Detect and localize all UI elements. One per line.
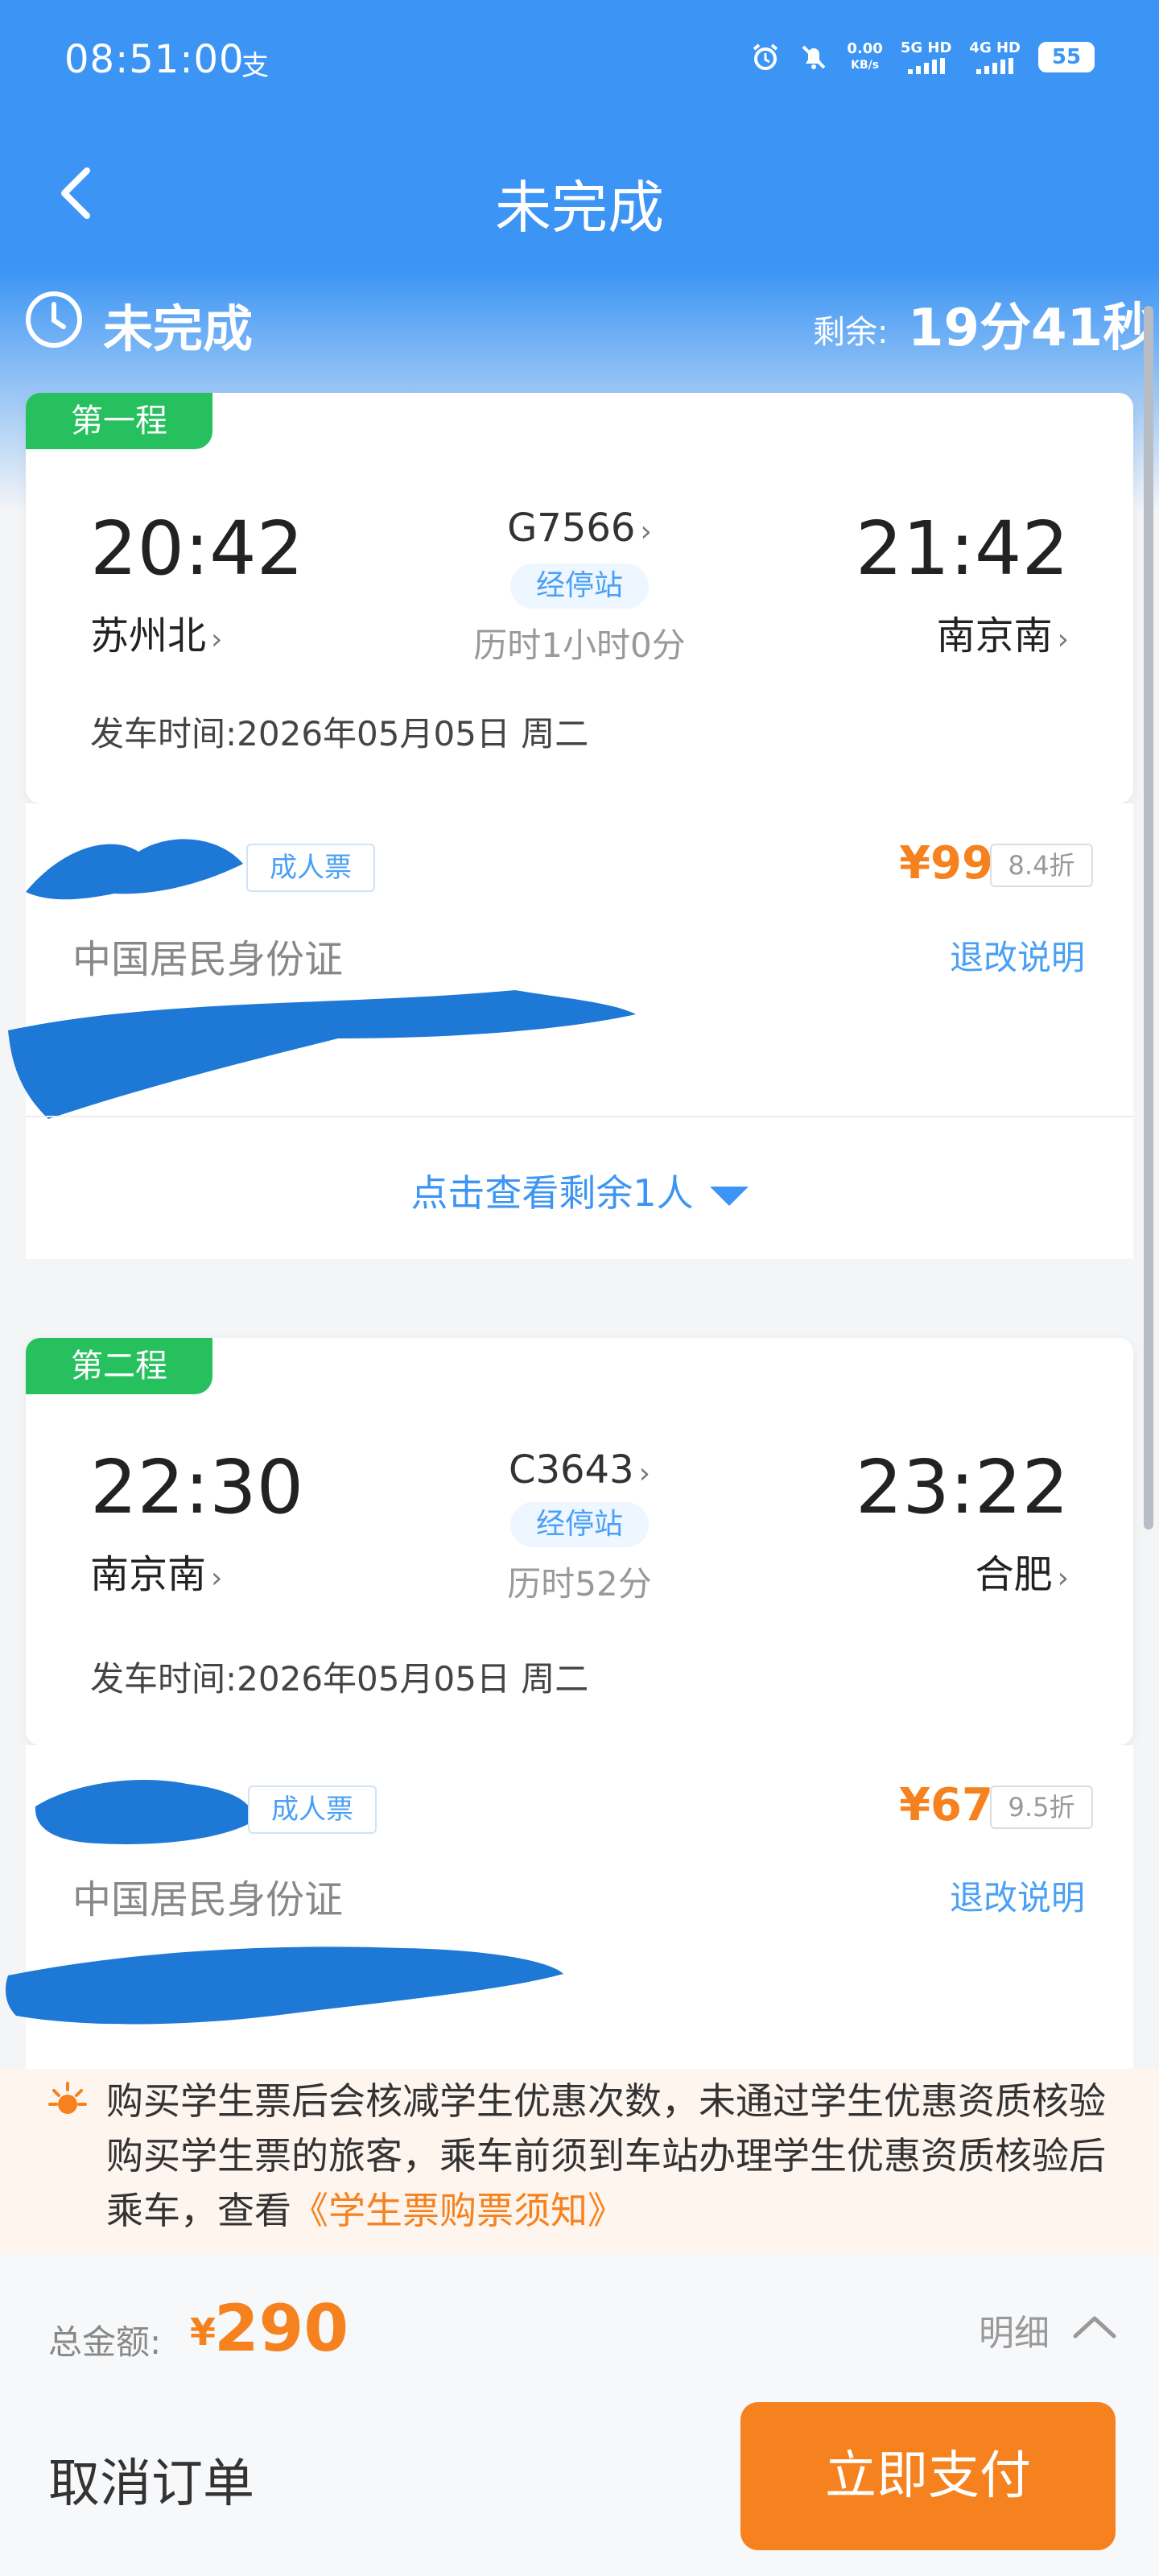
battery-indicator: 55 xyxy=(1038,42,1095,72)
id-type: 中国居民身份证 xyxy=(72,937,344,982)
divider xyxy=(26,1116,1133,1117)
mute-icon xyxy=(798,42,829,72)
redacted-name xyxy=(26,839,243,900)
total-amount: 290 xyxy=(214,2291,349,2366)
id-type: 中国居民身份证 xyxy=(72,1877,344,1922)
alarm-icon xyxy=(750,42,781,72)
network-speed: 0.00 KB/s xyxy=(847,40,883,72)
trip-card-leg-1: 第一程 20:42 苏州北 › G7566 › 经停站 历时1小时0分 21:42 … xyxy=(26,393,1133,803)
remaining-time-label: 剩余: xyxy=(813,314,889,351)
status-extra-icon: 支 xyxy=(241,50,269,82)
show-more-passengers-link[interactable]: 点击查看剩余1人 xyxy=(26,1164,1133,1217)
discount-badge: 8.4折 xyxy=(990,844,1093,887)
sim1-signal: 5G HD xyxy=(901,40,951,74)
ticket-price: ¥67 xyxy=(899,1779,993,1831)
order-status-label: 未完成 xyxy=(103,299,254,358)
status-icons: 0.00 KB/s 5G HD 4G HD 55 xyxy=(750,40,1095,74)
trip-duration: 历时52分 xyxy=(507,1564,652,1604)
chevron-up-icon[interactable] xyxy=(1070,2312,1119,2341)
arrival-time: 21:42 xyxy=(855,506,1069,592)
page-title: 未完成 xyxy=(495,175,664,241)
ticket-type-badge: 成人票 xyxy=(246,844,375,892)
ticket-type-badge: 成人票 xyxy=(248,1785,377,1834)
caret-down-icon xyxy=(709,1186,749,1206)
arrival-time: 23:22 xyxy=(855,1444,1069,1530)
chevron-right-icon: › xyxy=(640,515,652,548)
arrival-station[interactable]: 南京南 › xyxy=(937,604,1069,660)
trip-card-leg-2: 第二程 22:30 南京南 › C3643 › 经停站 历时52分 23:22 合肥… xyxy=(26,1338,1133,1745)
cancel-order-button[interactable]: 取消订单 xyxy=(48,2439,306,2520)
chevron-right-icon: › xyxy=(1057,1562,1069,1595)
notice-text: 购买学生票后会核减学生优惠次数，未通过学生优惠资质核验购买学生票的旅客，乘车前须… xyxy=(106,2079,1106,2232)
status-time: 08:51:00 xyxy=(64,37,245,82)
discount-badge: 9.5折 xyxy=(990,1785,1093,1829)
passenger-section-leg-1: 成人票 ¥99 8.4折 中国居民身份证 退改说明 点击查看剩余1人 xyxy=(8,803,1133,1259)
chevron-right-icon: › xyxy=(1057,623,1069,656)
ticket-price: ¥99 xyxy=(899,837,993,890)
clock-icon xyxy=(24,290,84,349)
pay-now-button[interactable]: 立即支付 xyxy=(740,2402,1116,2550)
leg-tag: 第一程 xyxy=(26,393,212,449)
stops-button[interactable]: 经停站 xyxy=(510,1502,649,1547)
nav-bar: 未完成 xyxy=(0,121,1159,270)
redacted-id-number xyxy=(8,990,636,1119)
sim2-signal: 4G HD xyxy=(969,40,1021,74)
currency-symbol: ¥ xyxy=(190,2310,217,2354)
status-bar: 08:51:00 支 0.00 KB/s 5G HD 4G HD 55 xyxy=(0,0,1159,121)
passenger-section-leg-2: 成人票 ¥67 9.5折 中国居民身份证 退改说明 xyxy=(6,1745,1133,2069)
redacted-name xyxy=(35,1780,253,1844)
refund-info-link[interactable]: 退改说明 xyxy=(950,1871,1085,1920)
departure-date: 发车时间:2026年05月05日 周二 xyxy=(90,1659,589,1699)
total-label: 总金额: xyxy=(48,2322,162,2362)
scrollbar[interactable] xyxy=(1144,306,1153,1530)
chevron-right-icon: › xyxy=(638,1457,651,1490)
leg-tag: 第二程 xyxy=(26,1338,212,1394)
price-detail-toggle[interactable]: 明细 xyxy=(979,2304,1050,2355)
remaining-time-value: 19分41秒 xyxy=(908,299,1155,358)
arrival-station[interactable]: 合肥 › xyxy=(975,1542,1069,1599)
departure-date: 发车时间:2026年05月05日 周二 xyxy=(90,714,589,753)
student-ticket-guide-link[interactable]: 《学生票购票须知》 xyxy=(291,2189,625,2232)
refund-info-link[interactable]: 退改说明 xyxy=(950,931,1085,980)
sun-icon xyxy=(45,2080,90,2125)
redacted-id-number xyxy=(6,1946,563,2025)
stops-button[interactable]: 经停站 xyxy=(510,564,649,609)
